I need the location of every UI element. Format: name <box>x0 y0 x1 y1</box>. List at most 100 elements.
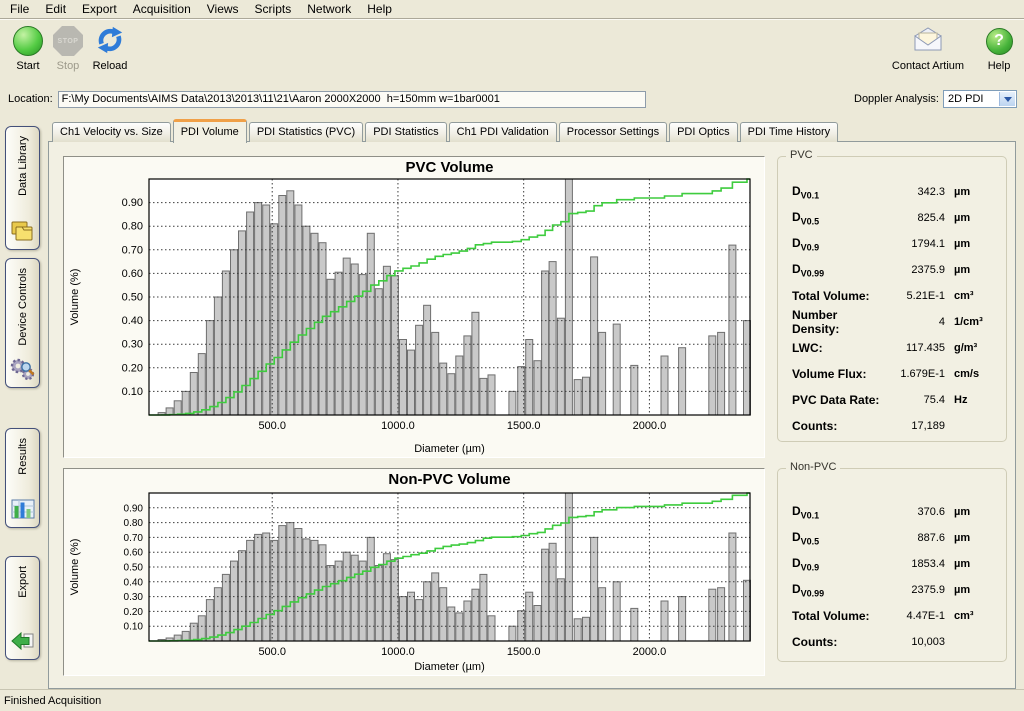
stat-value: 2375.9 <box>881 584 945 596</box>
tab-ch1-pdi-validation[interactable]: Ch1 PDI Validation <box>449 122 557 142</box>
stat-value: 2375.9 <box>881 264 945 276</box>
stat-label: DV0.99 <box>792 582 881 598</box>
stat-unit: 1/cm³ <box>954 316 998 328</box>
tab-pdi-optics[interactable]: PDI Optics <box>669 122 738 142</box>
stat-unit: µm <box>954 238 998 250</box>
location-label: Location: <box>8 93 53 105</box>
stat-value: 1794.1 <box>881 238 945 250</box>
start-button[interactable]: Start <box>6 23 50 72</box>
tab-processor-settings[interactable]: Processor Settings <box>559 122 667 142</box>
menu-export[interactable]: Export <box>74 0 125 18</box>
y-axis-labels: 0.100.200.300.400.500.600.700.800.90 <box>124 503 144 632</box>
start-icon <box>13 26 43 56</box>
doppler-analysis-select[interactable]: 2D PDI <box>943 90 1017 108</box>
tab-pdi-volume[interactable]: PDI Volume <box>173 119 247 143</box>
stat-row: DV0.91794.1µm <box>778 231 1006 257</box>
svg-text:1500.0: 1500.0 <box>507 646 541 658</box>
pvc-volume-chart: PVC Volume0.100.200.300.400.500.600.700.… <box>63 156 765 458</box>
menu-scripts[interactable]: Scripts <box>247 0 300 18</box>
reload-button[interactable]: Reload <box>86 23 134 72</box>
stat-label: DV0.1 <box>792 184 881 200</box>
stat-label: DV0.9 <box>792 556 881 572</box>
tab-pdi-time-history[interactable]: PDI Time History <box>740 122 839 142</box>
stat-label: DV0.5 <box>792 530 881 546</box>
chart-title: Non-PVC Volume <box>388 471 510 488</box>
stat-label: DV0.5 <box>792 210 881 226</box>
results-icon <box>10 496 36 522</box>
stat-row: DV0.992375.9µm <box>778 577 1006 603</box>
stat-row: DV0.992375.9µm <box>778 257 1006 283</box>
sidebar-item-device-controls[interactable]: Device Controls <box>5 258 40 388</box>
stat-label: Counts: <box>792 419 881 433</box>
location-input[interactable] <box>58 91 646 108</box>
menu-views[interactable]: Views <box>199 0 247 18</box>
svg-text:500.0: 500.0 <box>258 420 286 432</box>
stat-unit: µm <box>954 212 998 224</box>
svg-text:2000.0: 2000.0 <box>633 420 667 432</box>
stat-row: DV0.1342.3µm <box>778 179 1006 205</box>
nonpvc-volume-chart: Non-PVC Volume 0.100.200.300.400.500.600.… <box>63 468 765 676</box>
reload-icon <box>95 25 125 58</box>
svg-text:0.20: 0.20 <box>124 607 144 618</box>
stat-value: 10,003 <box>881 636 945 648</box>
x-axis-labels: 500.0 1000.0 1500.0 2000.0 <box>258 420 666 432</box>
nonpvc-stats-rows: DV0.1370.6µmDV0.5887.6µmDV0.91853.4µmDV0… <box>778 469 1006 655</box>
contact-artium-label: Contact Artium <box>892 60 964 72</box>
menu-network[interactable]: Network <box>299 0 359 18</box>
stat-label: DV0.1 <box>792 504 881 520</box>
stat-label: LWC: <box>792 341 881 355</box>
svg-text:0.10: 0.10 <box>122 386 143 398</box>
help-button[interactable]: ? Help <box>982 23 1016 72</box>
stat-row: Counts:10,003 <box>778 629 1006 655</box>
stat-value: 887.6 <box>881 532 945 544</box>
y-axis-title: Volume (%) <box>69 539 81 596</box>
sidebar-item-label: Results <box>17 438 29 475</box>
sidebar-item-results[interactable]: Results <box>5 428 40 528</box>
menu-acquisition[interactable]: Acquisition <box>125 0 199 18</box>
dropdown-arrow-icon[interactable] <box>999 92 1015 106</box>
stat-unit: µm <box>954 506 998 518</box>
gears-icon <box>10 356 36 382</box>
toolbar: Start STOP Stop Reload <box>0 21 1024 85</box>
svg-text:0.60: 0.60 <box>122 268 143 280</box>
stat-row: Volume Flux:1.679E-1cm/s <box>778 361 1006 387</box>
tab-pdi-statistics-pvc-[interactable]: PDI Statistics (PVC) <box>249 122 363 142</box>
sidebar-item-label: Data Library <box>17 136 29 196</box>
stat-value: 825.4 <box>881 212 945 224</box>
stat-value: 342.3 <box>881 186 945 198</box>
stat-label: Number Density: <box>792 308 881 336</box>
x-axis-title: Diameter (µm) <box>414 443 485 455</box>
contact-artium-button[interactable]: Contact Artium <box>888 23 968 72</box>
stat-unit: µm <box>954 558 998 570</box>
menu-file[interactable]: File <box>2 0 37 18</box>
stat-value: 370.6 <box>881 506 945 518</box>
stat-unit: cm³ <box>954 610 998 622</box>
tab-pdi-statistics[interactable]: PDI Statistics <box>365 122 446 142</box>
help-icon: ? <box>986 28 1013 55</box>
svg-text:0.40: 0.40 <box>122 315 143 327</box>
pvc-groupbox-title: PVC <box>786 149 817 161</box>
chart-svg: PVC Volume0.100.200.300.400.500.600.700.… <box>64 157 764 457</box>
stat-unit: cm/s <box>954 368 998 380</box>
stat-value: 1.679E-1 <box>881 368 945 380</box>
sidebar-item-data-library[interactable]: Data Library <box>5 126 40 250</box>
y-axis-labels: 0.100.200.300.400.500.600.700.800.90 <box>122 197 143 398</box>
nonpvc-stats-groupbox: Non-PVC DV0.1370.6µmDV0.5887.6µmDV0.9185… <box>777 468 1007 662</box>
stat-unit: Hz <box>954 394 998 406</box>
stat-value: 4.47E-1 <box>881 610 945 622</box>
stat-label: PVC Data Rate: <box>792 393 881 407</box>
svg-text:1500.0: 1500.0 <box>507 420 541 432</box>
svg-text:1000.0: 1000.0 <box>381 420 415 432</box>
x-axis-labels: 500.01000.01500.02000.0 <box>258 646 666 658</box>
menu-help[interactable]: Help <box>359 0 400 18</box>
sidebar-item-export[interactable]: Export <box>5 556 40 660</box>
svg-text:0.20: 0.20 <box>122 362 143 374</box>
y-axis-title: Volume (%) <box>69 269 81 326</box>
stop-button[interactable]: STOP Stop <box>50 23 86 72</box>
pvc-stats-groupbox: PVC DV0.1342.3µmDV0.5825.4µmDV0.91794.1µ… <box>777 156 1007 442</box>
stat-row: Total Volume:4.47E-1cm³ <box>778 603 1006 629</box>
results-panel: PVC Volume0.100.200.300.400.500.600.700.… <box>48 141 1016 689</box>
tab-ch1-velocity-vs-size[interactable]: Ch1 Velocity vs. Size <box>52 122 171 142</box>
svg-text:0.70: 0.70 <box>122 244 143 256</box>
menu-edit[interactable]: Edit <box>37 0 74 18</box>
